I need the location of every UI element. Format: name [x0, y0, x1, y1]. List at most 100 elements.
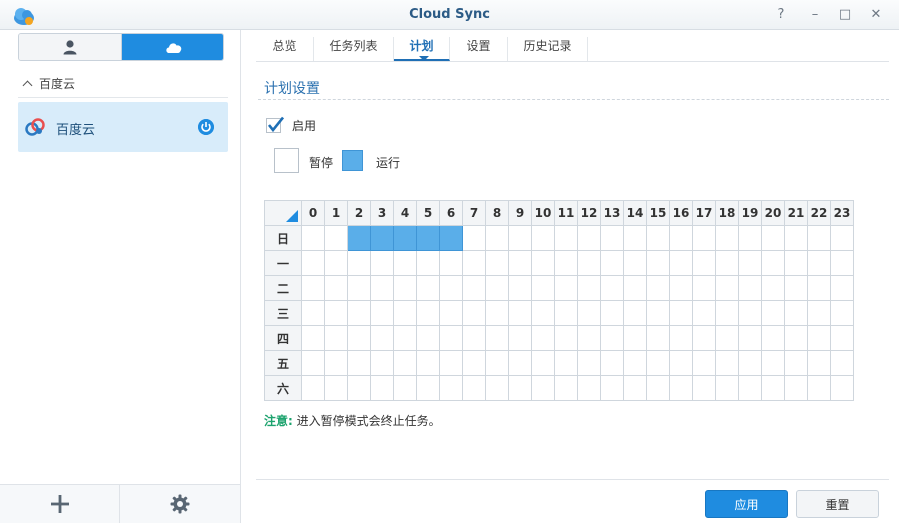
schedule-cell[interactable] [531, 300, 555, 326]
schedule-cell[interactable] [830, 300, 854, 326]
provider-group-header[interactable]: 百度云 [18, 70, 228, 98]
schedule-cell[interactable] [393, 250, 417, 276]
schedule-cell[interactable] [416, 250, 440, 276]
schedule-cell[interactable] [531, 275, 555, 301]
schedule-cell[interactable] [761, 275, 785, 301]
schedule-cell[interactable] [646, 225, 670, 251]
user-view-button[interactable] [19, 34, 122, 60]
schedule-cell[interactable] [623, 325, 647, 351]
reset-button[interactable]: 重置 [796, 490, 879, 518]
settings-button[interactable] [120, 485, 240, 523]
hour-header[interactable]: 7 [462, 200, 486, 226]
day-header[interactable]: 一 [264, 250, 302, 276]
hour-header[interactable]: 22 [807, 200, 831, 226]
schedule-cell[interactable] [577, 250, 601, 276]
schedule-cell[interactable] [692, 325, 716, 351]
hour-header[interactable]: 0 [301, 200, 325, 226]
enable-checkbox[interactable] [266, 116, 284, 134]
schedule-cell[interactable] [738, 350, 762, 376]
schedule-cell[interactable] [715, 350, 739, 376]
schedule-cell[interactable] [577, 275, 601, 301]
schedule-cell[interactable] [508, 325, 532, 351]
schedule-cell[interactable] [347, 350, 371, 376]
schedule-cell[interactable] [370, 325, 394, 351]
schedule-cell[interactable] [439, 250, 463, 276]
schedule-cell[interactable] [692, 300, 716, 326]
hour-header[interactable]: 23 [830, 200, 854, 226]
schedule-cell[interactable] [324, 325, 348, 351]
schedule-cell[interactable] [416, 375, 440, 401]
hour-header[interactable]: 13 [600, 200, 624, 226]
schedule-cell[interactable] [347, 225, 371, 251]
schedule-cell[interactable] [416, 325, 440, 351]
schedule-cell[interactable] [692, 250, 716, 276]
schedule-cell[interactable] [600, 225, 624, 251]
schedule-cell[interactable] [761, 375, 785, 401]
schedule-cell[interactable] [692, 375, 716, 401]
close-button[interactable]: ✕ [867, 6, 885, 24]
schedule-cell[interactable] [554, 375, 578, 401]
schedule-cell[interactable] [646, 250, 670, 276]
schedule-cell[interactable] [347, 275, 371, 301]
schedule-cell[interactable] [301, 350, 325, 376]
schedule-cell[interactable] [830, 350, 854, 376]
schedule-cell[interactable] [577, 350, 601, 376]
schedule-cell[interactable] [531, 225, 555, 251]
day-header[interactable]: 三 [264, 300, 302, 326]
day-header[interactable]: 六 [264, 375, 302, 401]
schedule-cell[interactable] [830, 275, 854, 301]
hour-header[interactable]: 14 [623, 200, 647, 226]
schedule-cell[interactable] [577, 225, 601, 251]
tab-settings[interactable]: 设置 [450, 37, 508, 61]
schedule-cell[interactable] [646, 375, 670, 401]
tab-overview[interactable]: 总览 [256, 37, 314, 61]
schedule-cell[interactable] [347, 250, 371, 276]
schedule-cell[interactable] [761, 225, 785, 251]
schedule-cell[interactable] [646, 350, 670, 376]
schedule-cell[interactable] [485, 350, 509, 376]
schedule-cell[interactable] [508, 275, 532, 301]
schedule-cell[interactable] [669, 250, 693, 276]
hour-header[interactable]: 10 [531, 200, 555, 226]
schedule-cell[interactable] [485, 375, 509, 401]
schedule-cell[interactable] [738, 225, 762, 251]
schedule-cell[interactable] [669, 275, 693, 301]
schedule-cell[interactable] [439, 275, 463, 301]
schedule-cell[interactable] [784, 275, 808, 301]
schedule-cell[interactable] [324, 250, 348, 276]
hour-header[interactable]: 3 [370, 200, 394, 226]
hour-header[interactable]: 4 [393, 200, 417, 226]
schedule-cell[interactable] [324, 225, 348, 251]
hour-header[interactable]: 15 [646, 200, 670, 226]
hour-header[interactable]: 8 [485, 200, 509, 226]
schedule-cell[interactable] [807, 250, 831, 276]
schedule-cell[interactable] [830, 250, 854, 276]
schedule-cell[interactable] [462, 350, 486, 376]
schedule-cell[interactable] [761, 300, 785, 326]
schedule-cell[interactable] [439, 350, 463, 376]
schedule-cell[interactable] [370, 275, 394, 301]
schedule-cell[interactable] [807, 375, 831, 401]
schedule-cell[interactable] [393, 275, 417, 301]
schedule-cell[interactable] [554, 300, 578, 326]
schedule-cell[interactable] [692, 225, 716, 251]
schedule-cell[interactable] [807, 275, 831, 301]
schedule-cell[interactable] [439, 325, 463, 351]
schedule-cell[interactable] [600, 250, 624, 276]
schedule-cell[interactable] [738, 300, 762, 326]
schedule-cell[interactable] [715, 375, 739, 401]
schedule-cell[interactable] [439, 225, 463, 251]
tab-history[interactable]: 历史记录 [508, 37, 588, 61]
schedule-cell[interactable] [324, 350, 348, 376]
schedule-cell[interactable] [554, 250, 578, 276]
schedule-cell[interactable] [784, 350, 808, 376]
schedule-cell[interactable] [669, 225, 693, 251]
schedule-cell[interactable] [807, 350, 831, 376]
add-button[interactable] [0, 485, 120, 523]
schedule-cell[interactable] [462, 375, 486, 401]
schedule-cell[interactable] [761, 325, 785, 351]
schedule-cell[interactable] [784, 225, 808, 251]
schedule-cell[interactable] [508, 300, 532, 326]
schedule-cell[interactable] [393, 300, 417, 326]
schedule-cell[interactable] [462, 275, 486, 301]
